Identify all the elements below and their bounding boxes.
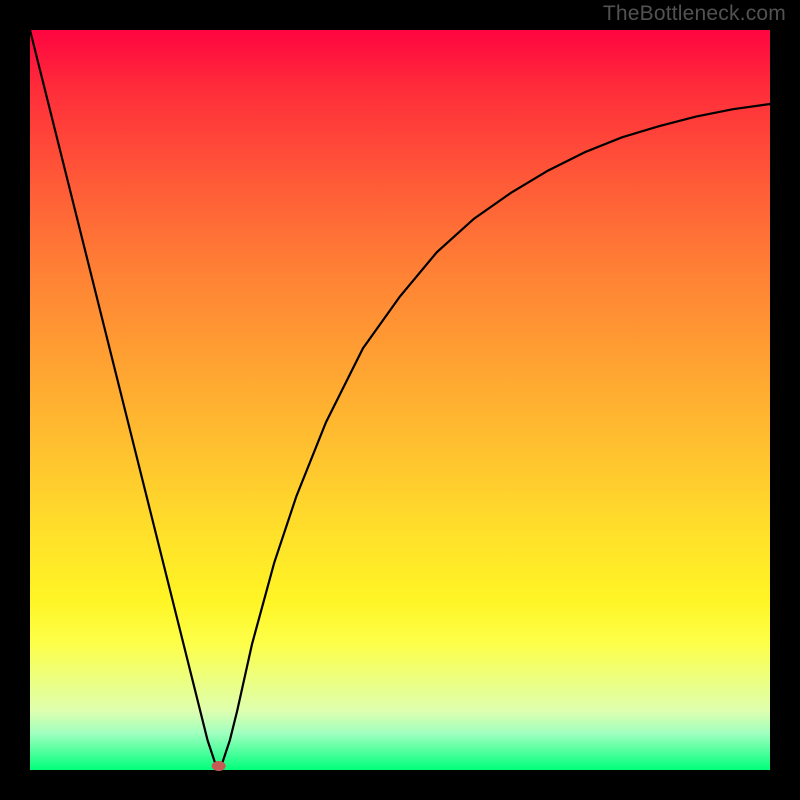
curve-svg [30, 30, 770, 770]
chart-plot-area [30, 30, 770, 770]
bottleneck-curve [30, 30, 770, 770]
watermark-text: TheBottleneck.com [603, 2, 786, 26]
minimum-marker [212, 761, 226, 771]
chart-frame: TheBottleneck.com [0, 0, 800, 800]
